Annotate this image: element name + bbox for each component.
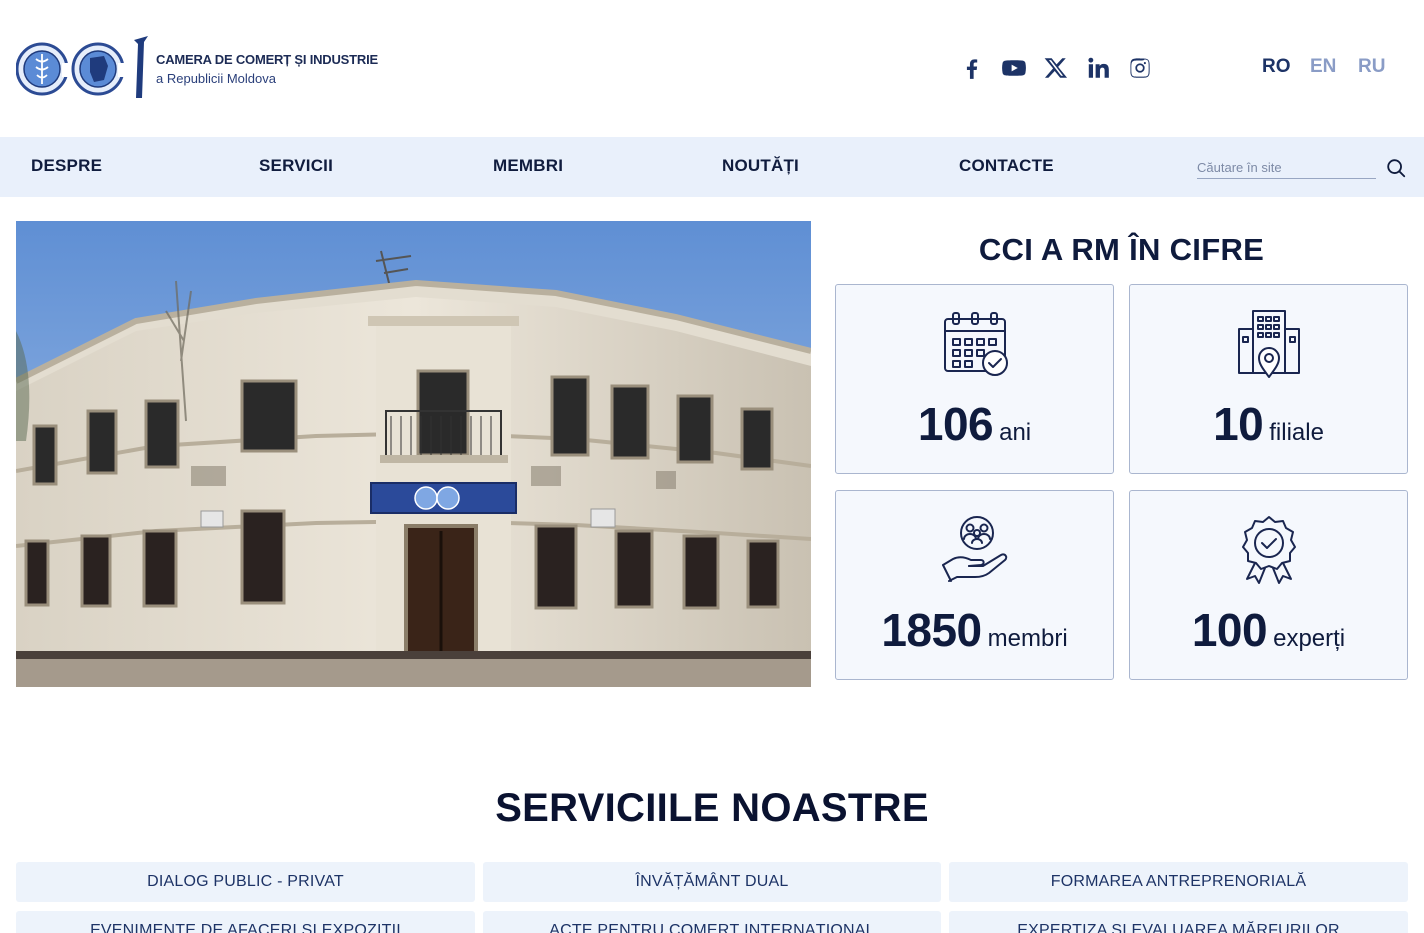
stat-card-experts: 100 experți: [1129, 490, 1408, 680]
hero-building-image: [16, 221, 811, 687]
service-expertiza-marfuri[interactable]: EXPERTIZA ȘI EVALUAREA MĂRFURILOR: [949, 911, 1408, 933]
main-nav: DESPRE SERVICII MEMBRI NOUTĂȚI CONTACTE: [0, 137, 1424, 197]
cci-logo-emblem: [15, 34, 152, 104]
service-evenimente-expozitii[interactable]: EVENIMENTE DE AFACERI ȘI EXPOZIȚII: [16, 911, 475, 933]
x-icon[interactable]: [1042, 54, 1070, 82]
stat-years-value: 106 ani: [836, 397, 1113, 451]
stat-members-value: 1850 membri: [836, 603, 1113, 657]
service-formarea-antreprenoriala[interactable]: FORMAREA ANTREPRENORIALĂ: [949, 862, 1408, 902]
search-input[interactable]: [1197, 157, 1376, 179]
calendar-icon: [939, 307, 1011, 379]
cci-logo[interactable]: CAMERA DE COMERȚ ȘI INDUSTRIE a Republic…: [15, 34, 396, 104]
building-location-icon: [1233, 307, 1305, 379]
nav-membri[interactable]: MEMBRI: [493, 156, 563, 176]
stat-card-branches: 10 filiale: [1129, 284, 1408, 474]
nav-servicii[interactable]: SERVICII: [259, 156, 333, 176]
site-header: CAMERA DE COMERȚ ȘI INDUSTRIE a Republic…: [0, 0, 1424, 137]
social-links: [958, 54, 1154, 82]
members-hand-icon: [939, 513, 1011, 585]
search-icon[interactable]: [1384, 156, 1408, 180]
services-title: SERVICIILE NOASTRE: [495, 786, 929, 830]
lang-en[interactable]: EN: [1310, 56, 1358, 78]
logo-text: CAMERA DE COMERȚ ȘI INDUSTRIE a Republic…: [156, 52, 378, 86]
stat-branches-value: 10 filiale: [1130, 397, 1407, 451]
stat-number: 106: [917, 398, 994, 450]
facebook-icon[interactable]: [958, 54, 986, 82]
service-invatamant-dual[interactable]: ÎNVĂȚĂMÂNT DUAL: [483, 862, 941, 902]
nav-despre[interactable]: DESPRE: [31, 156, 102, 176]
linkedin-icon[interactable]: [1084, 54, 1112, 82]
stat-unit: filiale: [1269, 419, 1324, 446]
stat-unit: experți: [1273, 625, 1346, 652]
nav-contacte[interactable]: CONTACTE: [959, 156, 1054, 176]
stats-title: CCI A RM ÎN CIFRE: [978, 232, 1265, 267]
service-acte-comert[interactable]: ACTE PENTRU COMERȚ INTERNAȚIONAL: [483, 911, 941, 933]
stat-number: 1850: [881, 604, 982, 656]
stat-card-members: 1850 membri: [835, 490, 1114, 680]
nav-noutati[interactable]: NOUTĂȚI: [722, 156, 799, 176]
instagram-icon[interactable]: [1126, 54, 1154, 82]
stat-card-years: 106 ani: [835, 284, 1114, 474]
stat-unit: ani: [999, 419, 1032, 446]
language-switcher: RO EN RU: [1262, 56, 1406, 78]
lang-ro[interactable]: RO: [1262, 56, 1310, 78]
lang-ru[interactable]: RU: [1358, 56, 1406, 78]
youtube-icon[interactable]: [1000, 54, 1028, 82]
award-badge-icon: [1233, 513, 1305, 585]
service-dialog-public-privat[interactable]: DIALOG PUBLIC - PRIVAT: [16, 862, 475, 902]
stat-unit: membri: [987, 625, 1068, 652]
stat-experts-value: 100 experți: [1130, 603, 1407, 657]
logo-subtitle: a Republicii Moldova: [156, 71, 276, 86]
stat-number: 100: [1191, 604, 1268, 656]
stat-number: 10: [1213, 398, 1264, 450]
logo-title: CAMERA DE COMERȚ ȘI INDUSTRIE: [156, 52, 378, 67]
